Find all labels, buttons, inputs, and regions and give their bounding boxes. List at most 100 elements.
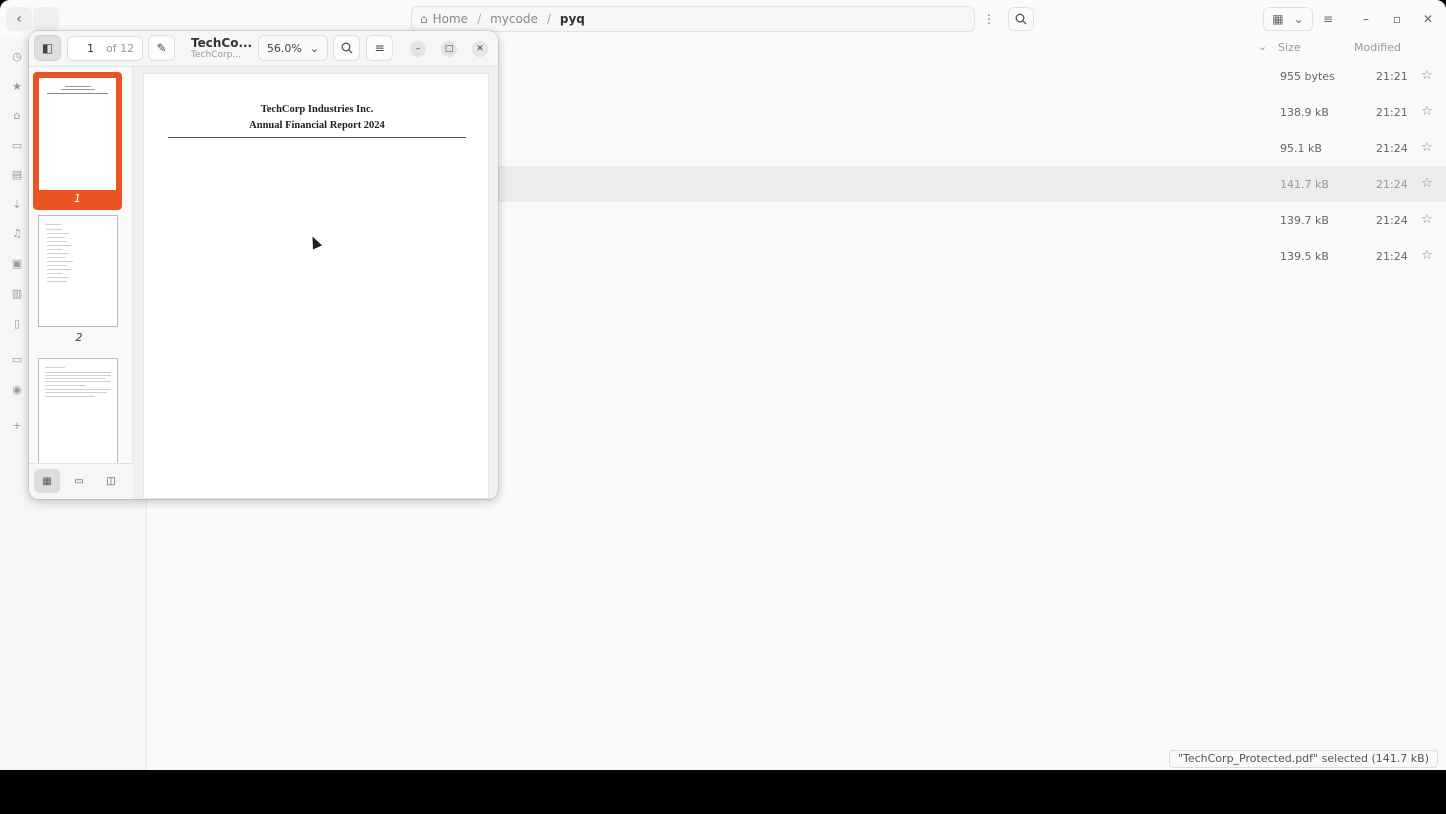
file-row[interactable]: 139.5 kB 21:24 ☆ xyxy=(498,238,1446,274)
file-size: 139.5 kB xyxy=(1280,250,1329,263)
file-size: 139.7 kB xyxy=(1280,214,1329,227)
document-title-main: TechCo... xyxy=(191,36,253,50)
file-modified: 21:24 xyxy=(1376,214,1408,227)
view-toggle-button[interactable]: ▦ ⌄ xyxy=(1263,7,1313,31)
divider xyxy=(168,137,466,138)
file-row[interactable]: 95.1 kB 21:24 ☆ xyxy=(498,130,1446,166)
disc-icon[interactable]: ◉ xyxy=(10,382,24,396)
pencil-icon: ✎ xyxy=(156,41,167,55)
modified-column-header[interactable]: Modified xyxy=(1354,41,1401,54)
home-icon[interactable]: ⌂ xyxy=(10,108,24,122)
chevron-down-icon: ⌄ xyxy=(1293,12,1304,26)
file-size: 955 bytes xyxy=(1280,70,1335,83)
file-row-selected[interactable]: 141.7 kB 21:24 ☆ xyxy=(498,166,1446,202)
file-row[interactable]: 138.9 kB 21:21 ☆ xyxy=(498,94,1446,130)
pictures-icon[interactable]: ▣ xyxy=(10,256,24,270)
star-icon[interactable]: ☆ xyxy=(1421,68,1433,83)
path-separator: / xyxy=(477,12,482,26)
thumbnail-label: 1 xyxy=(74,192,81,205)
path-pyq[interactable]: pyq xyxy=(560,12,585,26)
file-modified: 21:24 xyxy=(1376,250,1408,263)
sort-chevron-icon[interactable]: ⌄ xyxy=(1258,40,1267,53)
path-bar[interactable]: ⌂ Home / mycode / pyq xyxy=(411,6,975,32)
downloads-icon[interactable]: ⇣ xyxy=(10,197,24,211)
file-size: 141.7 kB xyxy=(1280,178,1329,191)
thumbnails-view-icon[interactable]: ▦ xyxy=(34,469,60,493)
column-header: ⌄ Size Modified xyxy=(498,38,1446,58)
document-heading: TechCorp Industries Inc. Annual Financia… xyxy=(144,102,490,134)
search-button[interactable] xyxy=(333,35,360,61)
grid-icon: ▦ xyxy=(1272,12,1284,26)
videos-icon[interactable]: ▥ xyxy=(10,286,24,300)
star-icon[interactable]: ☆ xyxy=(1421,104,1433,119)
path-separator: / xyxy=(546,12,551,26)
hamburger-menu-icon[interactable]: ≡ xyxy=(1315,7,1341,31)
file-modified: 21:24 xyxy=(1376,142,1408,155)
thumbnail-label: 2 xyxy=(75,331,83,344)
kebab-menu-icon[interactable]: ⋮ xyxy=(976,7,1002,31)
document-viewer-window: ◧ 1 of 12 ✎ TechCo... TechCorp... 56.0% … xyxy=(29,31,498,499)
zoom-selector[interactable]: 56.0% ⌄ xyxy=(258,35,328,61)
search-icon xyxy=(341,42,352,54)
company-name: TechCorp Industries Inc. xyxy=(260,104,374,115)
annotate-button[interactable]: ✎ xyxy=(148,35,175,61)
documents-icon[interactable]: ▤ xyxy=(10,167,24,181)
maximize-icon[interactable]: ▫ xyxy=(1384,7,1410,31)
thumbnail-page-2[interactable] xyxy=(38,215,118,327)
thumbnail-page-3[interactable] xyxy=(38,358,118,463)
thumbnail-preview xyxy=(39,78,116,190)
back-button[interactable]: ‹ xyxy=(6,7,32,31)
hamburger-menu-icon: ≡ xyxy=(374,41,385,55)
size-column-header[interactable]: Size xyxy=(1278,41,1301,54)
sidebar-toggle-button[interactable]: ◧ xyxy=(34,35,61,61)
thumbnail-page-1[interactable]: 1 xyxy=(33,72,122,210)
minimize-icon[interactable]: – xyxy=(1353,7,1379,31)
star-icon[interactable]: ☆ xyxy=(1421,212,1433,227)
desktop: ‹ ⌂ Home / mycode / pyq ⋮ ▦ ⌄ ≡ – ▫ ✕ ◷ … xyxy=(0,0,1446,814)
file-modified: 21:21 xyxy=(1376,70,1408,83)
minimize-icon[interactable]: – xyxy=(410,41,426,57)
star-icon[interactable]: ☆ xyxy=(1421,248,1433,263)
drive-icon[interactable]: ▭ xyxy=(10,352,24,366)
close-icon[interactable]: ✕ xyxy=(1415,7,1441,31)
report-title: Annual Financial Report 2024 xyxy=(249,120,385,131)
file-modified: 21:24 xyxy=(1376,178,1408,191)
desktop-icon[interactable]: ▭ xyxy=(10,138,24,152)
page-number-input[interactable]: 1 xyxy=(72,42,94,55)
page-selector[interactable]: 1 of 12 xyxy=(67,36,143,61)
forward-button[interactable] xyxy=(33,7,59,31)
bookmarks-view-icon[interactable]: ◫ xyxy=(98,469,124,493)
document-title: TechCo... TechCorp... xyxy=(191,36,253,60)
thumbnail-sidebar: 1 2 xyxy=(29,67,133,463)
close-icon[interactable]: ✕ xyxy=(472,41,488,57)
path-mycode[interactable]: mycode xyxy=(490,12,538,26)
music-icon[interactable]: ♫ xyxy=(10,226,24,240)
selection-status: "TechCorp_Protected.pdf" selected (141.7… xyxy=(1168,750,1438,768)
starred-icon[interactable]: ★ xyxy=(10,79,24,93)
recent-icon[interactable]: ◷ xyxy=(10,49,24,63)
document-title-sub: TechCorp... xyxy=(191,50,241,60)
zoom-value: 56.0% xyxy=(266,41,302,55)
path-home[interactable]: Home xyxy=(433,12,468,26)
add-location-icon[interactable]: + xyxy=(10,418,24,432)
home-icon: ⌂ xyxy=(420,12,428,26)
maximize-icon[interactable]: □ xyxy=(441,41,457,57)
star-icon[interactable]: ☆ xyxy=(1421,176,1433,191)
file-row[interactable]: 955 bytes 21:21 ☆ xyxy=(498,58,1446,94)
chevron-down-icon: ⌄ xyxy=(309,41,320,55)
search-icon[interactable] xyxy=(1008,7,1034,31)
sidebar-mode-bar: ▦ ▭ ◫ xyxy=(29,463,133,499)
page-total: of 12 xyxy=(106,42,135,55)
annotations-view-icon[interactable]: ▭ xyxy=(66,469,92,493)
file-row[interactable]: 139.7 kB 21:24 ☆ xyxy=(498,202,1446,238)
document-page: TechCorp Industries Inc. Annual Financia… xyxy=(143,73,489,499)
document-view[interactable]: TechCorp Industries Inc. Annual Financia… xyxy=(133,67,498,499)
star-icon[interactable]: ☆ xyxy=(1421,140,1433,155)
file-size: 95.1 kB xyxy=(1280,142,1322,155)
trash-icon[interactable]: ▯ xyxy=(10,316,24,330)
sidebar-icon: ◧ xyxy=(41,41,54,55)
file-modified: 21:21 xyxy=(1376,106,1408,119)
viewer-headerbar: ◧ 1 of 12 ✎ TechCo... TechCorp... 56.0% … xyxy=(29,31,498,67)
main-menu-button[interactable]: ≡ xyxy=(366,35,393,61)
file-size: 138.9 kB xyxy=(1280,106,1329,119)
